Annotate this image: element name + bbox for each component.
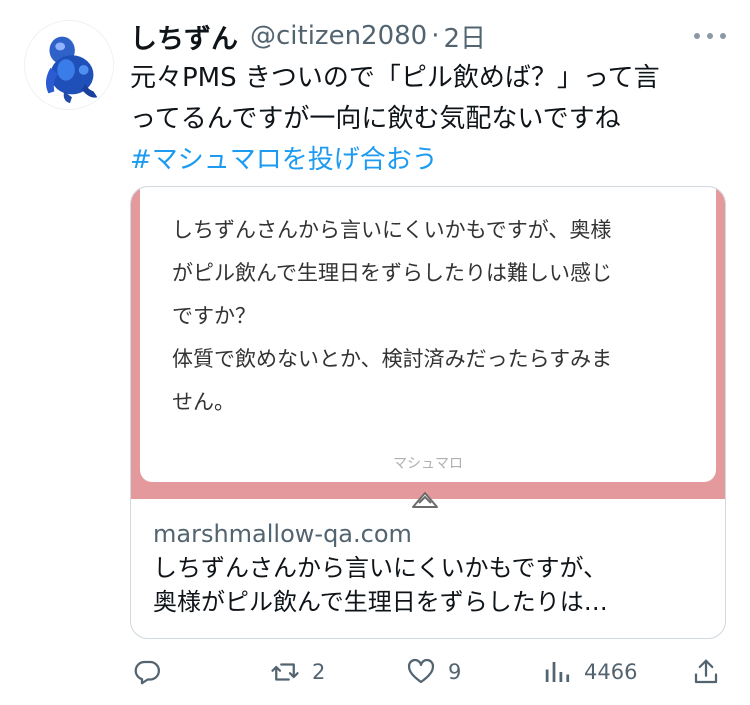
retweet-icon [271, 663, 299, 681]
brand-label: マシュマロ [393, 456, 463, 472]
link-card[interactable]: しちずんさんから言いにくいかもですが、奥様 がピル飲んで生理日をずらしたりは難し… [130, 186, 726, 639]
message-line: がピル飲んで生理日をずらしたりは難しい感じ [172, 261, 612, 285]
author-name[interactable]: しちずん [130, 17, 238, 56]
reply-button[interactable] [132, 652, 162, 692]
reply-icon [134, 660, 160, 685]
message-line: 体質で飲めないとか、検討済みだったらすみま [172, 347, 613, 371]
retweet-count: 2 [312, 660, 326, 684]
marshmallow-logo-icon [412, 492, 438, 508]
message-line: ですか？ [172, 304, 256, 328]
tweet-actions: 2 9 4466 [130, 652, 730, 692]
tweet-text: 元々PMS きついので「ピル飲めば？」って言 ってるんですが一向に飲む気配ないで… [130, 58, 730, 181]
tweet-timestamp[interactable]: 2日 [444, 18, 487, 55]
more-options-icon[interactable] [694, 26, 726, 46]
tweet-text-line: ってるんですが一向に飲む気配ないですね [130, 104, 621, 134]
share-icon [694, 659, 718, 684]
card-description-line: 奥様がピル飲んで生理日をずらしたりは… [153, 588, 608, 616]
marshmallow-message: しちずんさんから言いにくいかもですが、奥様 がピル飲んで生理日をずらしたりは難し… [172, 209, 692, 424]
avatar-image [25, 21, 113, 109]
tweet-text-line: 元々PMS きついので「ピル飲めば？」って言 [130, 63, 660, 93]
message-line: せん。 [172, 390, 235, 414]
tweet-header: しちずん @citizen2080 · 2日 [130, 16, 486, 56]
hashtag-link[interactable]: #マシュマロを投げ合おう [130, 140, 730, 181]
like-count: 9 [448, 660, 462, 684]
separator-dot: · [431, 21, 440, 51]
views-count: 4466 [584, 660, 638, 684]
heart-icon [407, 658, 435, 684]
views-button[interactable]: 4466 [542, 652, 637, 692]
views-icon [545, 662, 570, 682]
author-handle[interactable]: @citizen2080 [250, 21, 427, 51]
marshmallow-message-box: しちずんさんから言いにくいかもですが、奥様 がピル飲んで生理日をずらしたりは難し… [140, 187, 716, 482]
like-button[interactable]: 9 [406, 652, 461, 692]
card-description-line: しちずんさんから言いにくいかもですが、 [153, 554, 608, 582]
retweet-button[interactable]: 2 [270, 652, 325, 692]
share-button[interactable] [691, 652, 721, 692]
card-description: しちずんさんから言いにくいかもですが、 奥様がピル飲んで生理日をずらしたりは… [153, 551, 713, 619]
card-image[interactable]: しちずんさんから言いにくいかもですが、奥様 がピル飲んで生理日をずらしたりは難し… [131, 187, 725, 508]
avatar[interactable] [24, 20, 114, 110]
message-line: しちずんさんから言いにくいかもですが、奥様 [172, 218, 612, 242]
card-domain: marshmallow-qa.com [153, 520, 412, 548]
card-info: marshmallow-qa.com しちずんさんから言いにくいかもですが、 奥… [153, 517, 713, 619]
